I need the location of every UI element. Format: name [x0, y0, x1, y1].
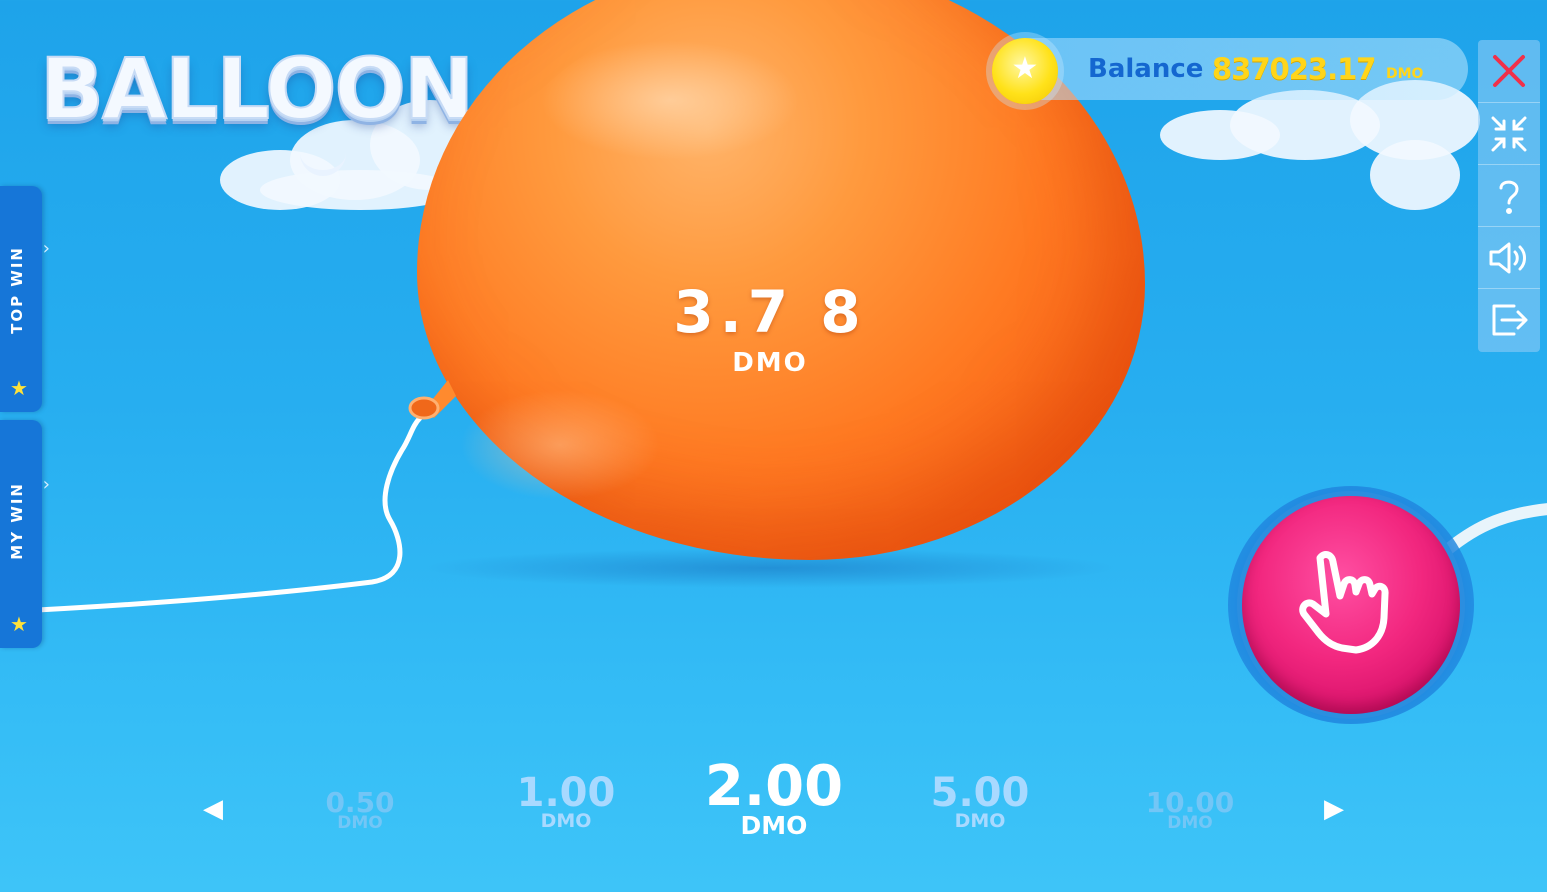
exit-button[interactable] — [1478, 288, 1540, 351]
close-button[interactable] — [1478, 40, 1540, 102]
balloon-highlight — [540, 40, 800, 160]
chevron-right-icon: › — [42, 474, 50, 495]
star-icon: ★ — [10, 376, 28, 400]
balance-unit: DMO — [1386, 66, 1424, 82]
star-icon: ★ — [10, 612, 28, 636]
tab-top-win[interactable]: TOP WIN ★ › — [0, 186, 50, 412]
multiplier-value: 3.7 8 — [673, 278, 867, 346]
sound-button[interactable] — [1478, 226, 1540, 289]
balance-label: Balance — [1088, 54, 1204, 84]
multiplier-unit: DMO — [732, 348, 808, 378]
help-button[interactable] — [1478, 164, 1540, 227]
game-logo: BALLOON — [39, 39, 475, 139]
bet-option-selected[interactable]: 2.00 DMO — [684, 754, 864, 840]
chevron-right-icon: › — [42, 238, 50, 259]
star-coin-icon: ★ — [992, 38, 1058, 104]
tab-my-win[interactable]: MY WIN ★ › — [0, 420, 50, 648]
minimize-button[interactable] — [1478, 102, 1540, 165]
bet-prev-arrow[interactable]: ◀ — [203, 794, 223, 824]
tab-my-win-label: MY WIN — [8, 482, 26, 560]
help-icon — [1499, 180, 1519, 214]
bet-next-arrow[interactable]: ▶ — [1324, 794, 1344, 824]
bet-option[interactable]: 1.00 DMO — [496, 770, 636, 832]
sound-icon — [1489, 242, 1526, 274]
tab-top-win-label: TOP WIN — [8, 246, 26, 334]
bet-option[interactable]: 5.00 DMO — [910, 770, 1050, 832]
balloon-string — [0, 415, 423, 615]
balloon-glow — [460, 390, 660, 500]
right-toolbar — [1478, 40, 1540, 352]
close-icon — [1493, 55, 1525, 87]
balloon-knot — [408, 380, 456, 420]
bet-option[interactable]: 0.50 DMO — [300, 786, 420, 833]
bet-option[interactable]: 10.00 DMO — [1120, 786, 1260, 833]
balance-value: 837023.17 — [1212, 52, 1376, 86]
minimize-icon — [1491, 116, 1527, 152]
hand-pointer-icon — [1299, 551, 1389, 654]
exit-icon — [1492, 304, 1528, 336]
